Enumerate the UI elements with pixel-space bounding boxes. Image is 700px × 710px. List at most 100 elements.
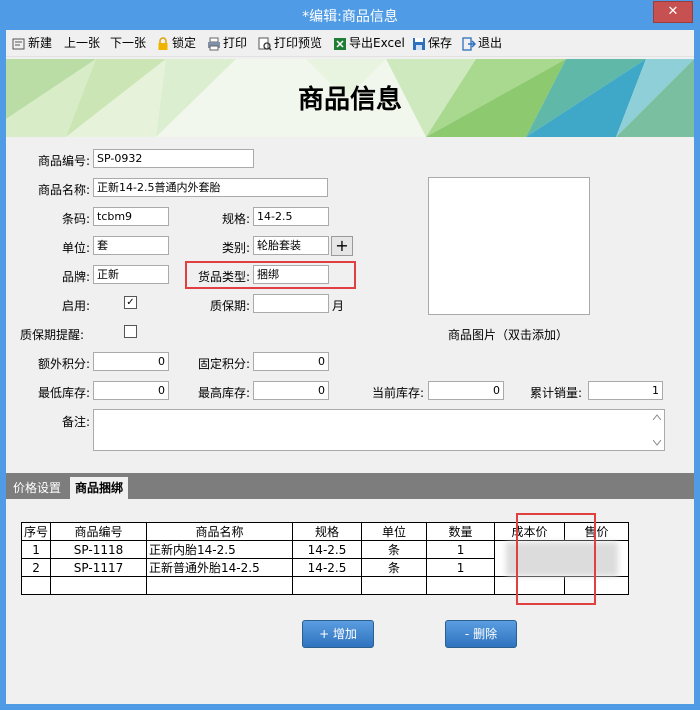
header-unit[interactable]: 单位 (361, 522, 428, 541)
title-bar: *编辑:商品信息 ✕ (0, 0, 700, 30)
header-spec[interactable]: 规格 (292, 522, 363, 541)
scroll-up-icon[interactable] (653, 414, 661, 420)
client-area: 新建 上一张 下一张 锁定 打印 打印预览 导出Excel 保存 退出 商品信息… (6, 30, 694, 704)
cell-seq[interactable]: 2 (20, 558, 52, 577)
app-window: *编辑:商品信息 ✕ 新建 上一张 下一张 锁定 打印 打印预览 导出Excel… (0, 0, 700, 710)
header-banner: 商品信息 (6, 59, 694, 137)
shelf-remind-checkbox[interactable] (124, 325, 137, 338)
total-sales-label: 累计销量: (529, 386, 582, 400)
header-seq[interactable]: 序号 (20, 522, 52, 541)
excel-icon (334, 37, 346, 50)
spec-field[interactable]: 14-2.5 (253, 207, 329, 226)
code-label: 商品编号: (37, 154, 90, 168)
save-button[interactable]: 保存 (412, 34, 452, 52)
image-caption: 商品图片（双击添加） (447, 328, 568, 342)
export-excel-button[interactable]: 导出Excel (333, 34, 405, 52)
shelf-remind-label: 质保期提醒: (19, 328, 84, 342)
new-label: 新建 (28, 36, 53, 50)
cell-empty[interactable] (361, 576, 428, 595)
goods-type-highlight (185, 261, 356, 289)
exit-button[interactable]: 退出 (462, 34, 502, 52)
brand-label: 品牌: (61, 270, 90, 284)
cost-price-highlight (516, 513, 596, 605)
cell-spec[interactable]: 14-2.5 (292, 558, 363, 577)
print-label: 打印 (223, 36, 248, 50)
header-qty[interactable]: 数量 (426, 522, 496, 541)
cell-empty[interactable] (146, 576, 294, 595)
total-sales-field[interactable]: 1 (588, 381, 663, 400)
export-excel-label: 导出Excel (349, 36, 405, 50)
next-label: 下一张 (110, 36, 147, 50)
exit-label: 退出 (478, 36, 503, 50)
scroll-down-icon[interactable] (653, 440, 661, 446)
delete-row-button[interactable]: - 删除 (445, 620, 517, 648)
category-field[interactable]: 轮胎套装 (253, 236, 329, 255)
brand-field[interactable]: 正新 (93, 265, 169, 284)
cell-empty[interactable] (50, 576, 148, 595)
cell-spec[interactable]: 14-2.5 (292, 540, 363, 559)
remark-label: 备注: (61, 415, 90, 429)
cell-empty[interactable] (426, 576, 496, 595)
unit-field[interactable]: 套 (93, 236, 169, 255)
lock-label: 锁定 (172, 36, 197, 50)
tab-price-settings[interactable]: 价格设置 (8, 477, 66, 499)
max-stock-field[interactable]: 0 (253, 381, 329, 400)
unit-label: 单位: (61, 241, 90, 255)
print-preview-label: 打印预览 (274, 36, 323, 50)
header-name[interactable]: 商品名称 (146, 522, 294, 541)
new-button[interactable]: 新建 (12, 34, 52, 52)
add-row-button[interactable]: + 增加 (302, 620, 374, 648)
cell-unit[interactable]: 条 (361, 540, 428, 559)
cell-name[interactable]: 正新普通外胎14-2.5 (146, 558, 294, 577)
cell-qty[interactable]: 1 (426, 558, 496, 577)
print-preview-icon (258, 37, 272, 51)
barcode-label: 条码: (61, 212, 90, 226)
cell-qty[interactable]: 1 (426, 540, 496, 559)
window-title: *编辑:商品信息 (302, 9, 398, 25)
print-preview-button[interactable]: 打印预览 (258, 34, 322, 52)
print-button[interactable]: 打印 (207, 34, 247, 52)
cell-unit[interactable]: 条 (361, 558, 428, 577)
current-stock-field[interactable]: 0 (428, 381, 504, 400)
add-category-button[interactable]: + (331, 236, 353, 256)
tab-product-bundle[interactable]: 商品捆绑 (70, 477, 129, 499)
shelf-life-unit: 月 (332, 299, 345, 313)
tab-strip: 价格设置 商品捆绑 (6, 473, 694, 499)
code-field[interactable]: SP-0932 (93, 149, 254, 168)
cell-name[interactable]: 正新内胎14-2.5 (146, 540, 294, 559)
extra-points-field[interactable]: 0 (93, 352, 169, 371)
lock-button[interactable]: 锁定 (156, 34, 196, 52)
min-stock-label: 最低库存: (37, 386, 90, 400)
close-button[interactable]: ✕ (653, 1, 693, 23)
prev-label: 上一张 (64, 36, 101, 50)
remark-textarea[interactable] (93, 409, 665, 451)
page-title: 商品信息 (297, 85, 402, 115)
fixed-points-field[interactable]: 0 (253, 352, 329, 371)
name-field[interactable]: 正新14-2.5普通内外套胎 (93, 178, 328, 197)
cell-seq[interactable]: 1 (20, 540, 52, 559)
enabled-checkbox[interactable]: ✓ (124, 296, 137, 309)
extra-points-label: 额外积分: (37, 357, 90, 371)
cell-code[interactable]: SP-1118 (50, 540, 148, 559)
toolbar: 新建 上一张 下一张 锁定 打印 打印预览 导出Excel 保存 退出 (6, 30, 694, 57)
cell-empty[interactable] (292, 576, 363, 595)
max-stock-label: 最高库存: (197, 386, 250, 400)
category-label: 类别: (221, 241, 250, 255)
floppy-disk-icon (413, 37, 425, 50)
header-code[interactable]: 商品编号 (50, 522, 148, 541)
min-stock-field[interactable]: 0 (93, 381, 169, 400)
save-label: 保存 (428, 36, 453, 50)
barcode-field[interactable]: tcbm9 (93, 207, 169, 226)
prev-button[interactable]: 上一张 (64, 34, 100, 52)
current-stock-label: 当前库存: (371, 386, 424, 400)
fixed-points-label: 固定积分: (197, 357, 250, 371)
shelf-life-field[interactable] (253, 294, 329, 313)
enabled-label: 启用: (61, 299, 90, 313)
name-label: 商品名称: (37, 183, 90, 197)
cell-empty[interactable] (20, 576, 52, 595)
printer-icon (208, 37, 220, 50)
cell-code[interactable]: SP-1117 (50, 558, 148, 577)
exit-icon (462, 36, 476, 51)
next-button[interactable]: 下一张 (110, 34, 146, 52)
product-image-box[interactable] (428, 177, 590, 315)
